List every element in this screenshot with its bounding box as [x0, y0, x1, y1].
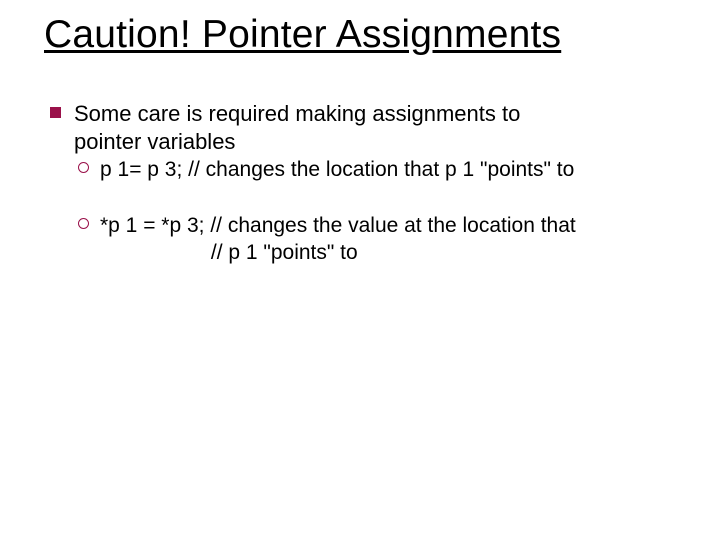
- bullet-continuation: // p 1 "points" to: [100, 240, 690, 266]
- bullet-level1: Some care is required making assignments…: [50, 100, 690, 155]
- square-bullet-icon: [50, 100, 74, 155]
- circle-bullet-icon: [78, 157, 100, 183]
- slide: Caution! Pointer Assignments Some care i…: [0, 0, 720, 540]
- bullet-line2: pointer variables: [74, 129, 235, 154]
- circle-bullet-icon: [78, 213, 100, 239]
- bullet-level2-b: *p 1 = *p 3; // changes the value at the…: [78, 213, 690, 239]
- continuation-text: // p 1 "points" to: [211, 241, 358, 264]
- bullet-line1: Some care is required making assignments…: [74, 101, 520, 126]
- slide-body: Some care is required making assignments…: [50, 100, 690, 266]
- bullet-text: Some care is required making assignments…: [74, 100, 690, 155]
- bullet-level2-a: p 1= p 3; // changes the location that p…: [78, 157, 690, 183]
- bullet-text: p 1= p 3; // changes the location that p…: [100, 157, 690, 183]
- slide-title: Caution! Pointer Assignments: [44, 14, 561, 56]
- bullet-text: *p 1 = *p 3; // changes the value at the…: [100, 213, 690, 239]
- spacer: [50, 183, 690, 211]
